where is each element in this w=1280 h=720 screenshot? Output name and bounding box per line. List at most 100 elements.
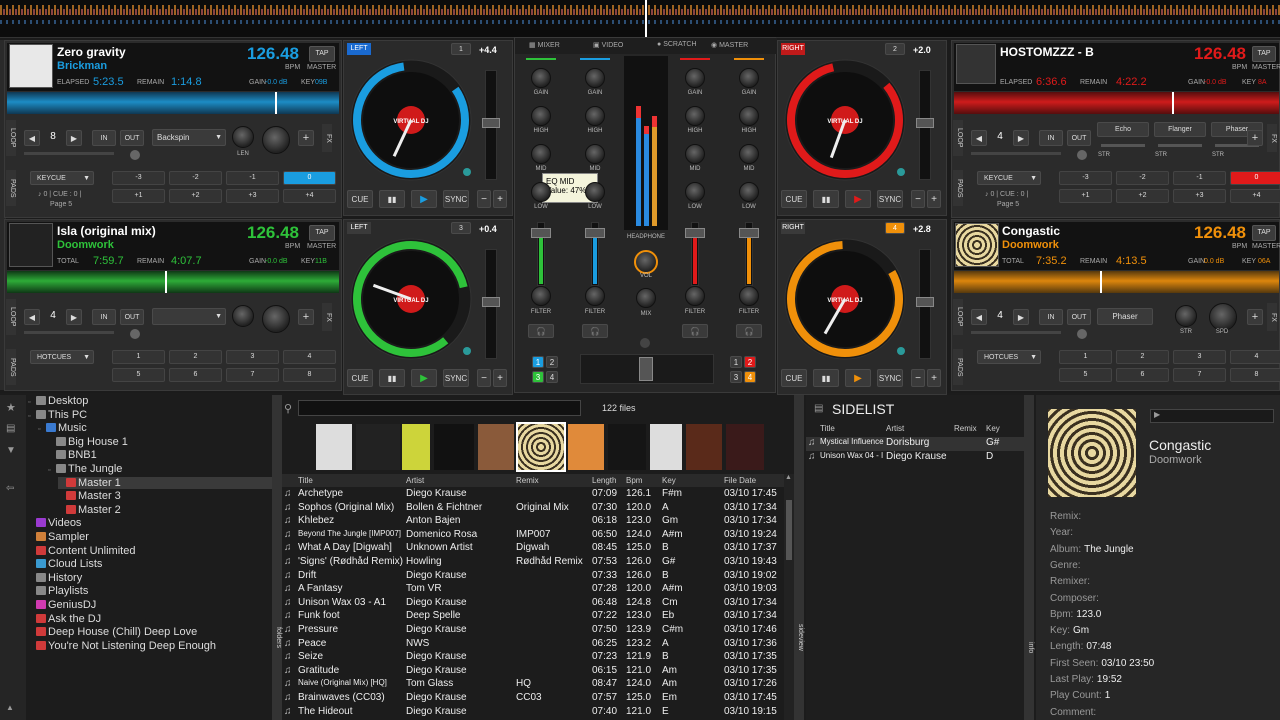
d4-pad-3[interactable]: 3 [1173, 350, 1226, 364]
d1-pad-8[interactable]: +4 [283, 189, 336, 203]
d4-keylock-icon[interactable] [897, 347, 905, 355]
sideview-tab[interactable]: sideview [794, 395, 804, 720]
d1-pitch-up-button[interactable]: + [493, 190, 507, 208]
tree-item[interactable]: Videos [28, 517, 81, 529]
d2-pad-5[interactable]: +1 [1059, 189, 1112, 203]
d3-pad-1[interactable]: 1 [112, 350, 165, 364]
gain-knob-4[interactable] [739, 68, 759, 88]
d1-loop-half-button[interactable]: ◀ [24, 130, 40, 146]
d2-loop-in-button[interactable]: IN [1039, 130, 1063, 146]
d4-loop-half-button[interactable]: ◀ [971, 309, 987, 325]
sidelist-column-title[interactable]: Title [820, 424, 835, 433]
d4-pad-6[interactable]: 6 [1116, 368, 1169, 382]
d1-pad-mode-select[interactable]: KEYCUE ▼ [30, 171, 94, 185]
d1-pad-4[interactable]: 0 [283, 171, 336, 185]
d1-pitch-down-button[interactable]: − [477, 190, 491, 208]
d2-play-button[interactable]: ▶ [845, 190, 871, 208]
d4-effect-str-knob[interactable] [1175, 305, 1197, 327]
headphone-cue-button-2[interactable]: 🎧 [582, 324, 608, 338]
d3-effect-select[interactable]: ▼ [152, 308, 226, 325]
d1-pads-tab[interactable]: PADS [6, 170, 16, 206]
tree-item[interactable]: ▫ Music [38, 422, 87, 434]
column-header-key[interactable]: Key [662, 476, 676, 485]
d4-pad-8[interactable]: 8 [1230, 368, 1280, 382]
track-row[interactable]: ♫ Archetype Diego Krause 07:09 126.1 F#m 03/10… [282, 488, 794, 502]
d4-cue-button[interactable]: CUE [781, 369, 807, 387]
d4-side-indicator[interactable]: RIGHT [781, 222, 805, 234]
headphone-volume-knob[interactable] [634, 250, 658, 274]
d3-pad-7[interactable]: 7 [226, 368, 279, 382]
d2-loop-double-button[interactable]: ▶ [1013, 130, 1029, 146]
tree-item[interactable]: BNB1 [48, 449, 97, 461]
track-row[interactable]: ♫ Beyond The Jungle [IMP007] Domenico Rosa… [282, 529, 794, 543]
track-row[interactable]: ♫ Pressure Diego Krause 07:50 123.9 C#m 03/10 … [282, 624, 794, 638]
d3-loop-out-button[interactable]: OUT [120, 309, 144, 325]
d3-cue-button[interactable]: CUE [347, 369, 373, 387]
d4-pad-2[interactable]: 2 [1116, 350, 1169, 364]
column-header-title[interactable]: Title [298, 476, 313, 485]
d3-deck-number[interactable]: 3 [451, 222, 471, 234]
track-row[interactable]: ♫ Brainwaves (CC03) Diego Krause CC03 07:57 1… [282, 692, 794, 706]
tree-item[interactable]: You're Not Listening Deep Enough [28, 640, 216, 652]
deck-4-tap-button[interactable]: TAP [1252, 225, 1276, 241]
track-row[interactable]: ♫ A Fantasy Tom VR 07:28 120.0 A#m 03/10 19:03 [282, 583, 794, 597]
tree-item[interactable]: Content Unlimited [28, 545, 135, 557]
tree-item[interactable]: Cloud Lists [28, 558, 102, 570]
d4-effect-select[interactable]: Phaser [1097, 308, 1153, 325]
xfader-right-4[interactable]: 4 [744, 371, 756, 383]
deck-2-tap-button[interactable]: TAP [1252, 46, 1276, 62]
deck-2-waveform[interactable] [954, 92, 1279, 114]
track-row[interactable]: ♫ Gratitude Diego Krause 06:15 121.0 Am 03/10 … [282, 665, 794, 679]
filter-knob-2[interactable] [585, 286, 605, 306]
d2-jog-wheel[interactable]: VIRTUAL DJ [783, 58, 907, 182]
track-row[interactable]: ♫ The Hideout Diego Krause 07:40 121.0 E 03/10… [282, 706, 794, 720]
tree-item[interactable]: Deep House (Chill) Deep Love [28, 626, 197, 638]
d2-loop-out-button[interactable]: OUT [1067, 130, 1091, 146]
d3-loop-roll-icon[interactable] [130, 329, 140, 339]
d2-deck-number[interactable]: 2 [885, 43, 905, 55]
info-search-field[interactable]: ▶ [1150, 409, 1274, 423]
folders-tab[interactable]: folders [272, 395, 282, 720]
d1-loop-out-button[interactable]: OUT [120, 130, 144, 146]
xfader-deck-4[interactable]: 4 [546, 371, 558, 383]
track-row[interactable]: ♫ Drift Diego Krause 07:33 126.0 B 03/10 19:02 [282, 570, 794, 584]
d3-add-effect-button[interactable]: + [298, 309, 314, 325]
track-row[interactable]: ♫ Peace NWS 06:25 123.2 A 03/10 17:36 [282, 638, 794, 652]
low-knob-3[interactable] [685, 182, 705, 202]
d2-sync-button[interactable]: SYNC [877, 190, 903, 208]
xfader-right-2[interactable]: 2 [744, 356, 756, 368]
d4-pause-button[interactable]: ▮▮ [813, 369, 839, 387]
high-knob-1[interactable] [531, 106, 551, 126]
d3-pad-8[interactable]: 8 [283, 368, 336, 382]
d4-pad-1[interactable]: 1 [1059, 350, 1112, 364]
column-header-file-date[interactable]: File Date [724, 476, 756, 485]
tab-video[interactable]: ▣ VIDEO [593, 41, 623, 49]
filter-knob-1[interactable] [531, 286, 551, 306]
tree-item[interactable]: GeniusDJ [28, 599, 96, 611]
deck-3-tap-button[interactable]: TAP [309, 225, 335, 241]
d4-deck-number[interactable]: 4 [885, 222, 905, 234]
column-header-remix[interactable]: Remix [516, 476, 539, 485]
sidelist-column-key[interactable]: Key [986, 424, 1000, 433]
d2-pitch-down-button[interactable]: − [911, 190, 925, 208]
tree-item[interactable]: ▫ Desktop [28, 395, 88, 407]
filter-knob-4[interactable] [739, 286, 759, 306]
d3-loop-double-button[interactable]: ▶ [66, 309, 82, 325]
d1-pad-1[interactable]: -3 [112, 171, 165, 185]
d1-loop-tab[interactable]: LOOP [6, 120, 16, 156]
gain-knob-3[interactable] [685, 68, 705, 88]
d1-pad-6[interactable]: +2 [169, 189, 222, 203]
d2-loop-tab[interactable]: LOOP [953, 120, 963, 156]
d4-pad-4[interactable]: 4 [1230, 350, 1280, 364]
sidelist-column-remix[interactable]: Remix [954, 424, 977, 433]
d1-effect-select[interactable]: Backspin ▼ [152, 129, 226, 146]
column-header-artist[interactable]: Artist [406, 476, 424, 485]
d3-effect-knob-2[interactable] [262, 305, 290, 333]
d3-pad-5[interactable]: 5 [112, 368, 165, 382]
star-icon[interactable]: ★ [6, 401, 16, 414]
tab-master[interactable]: ◉ MASTER [711, 41, 748, 49]
d1-jog-wheel[interactable]: VIRTUAL DJ [349, 58, 473, 182]
d4-pads-tab[interactable]: PADS [953, 349, 963, 385]
tree-item[interactable]: Master 3 [58, 490, 121, 502]
xfader-deck-2[interactable]: 2 [546, 356, 558, 368]
